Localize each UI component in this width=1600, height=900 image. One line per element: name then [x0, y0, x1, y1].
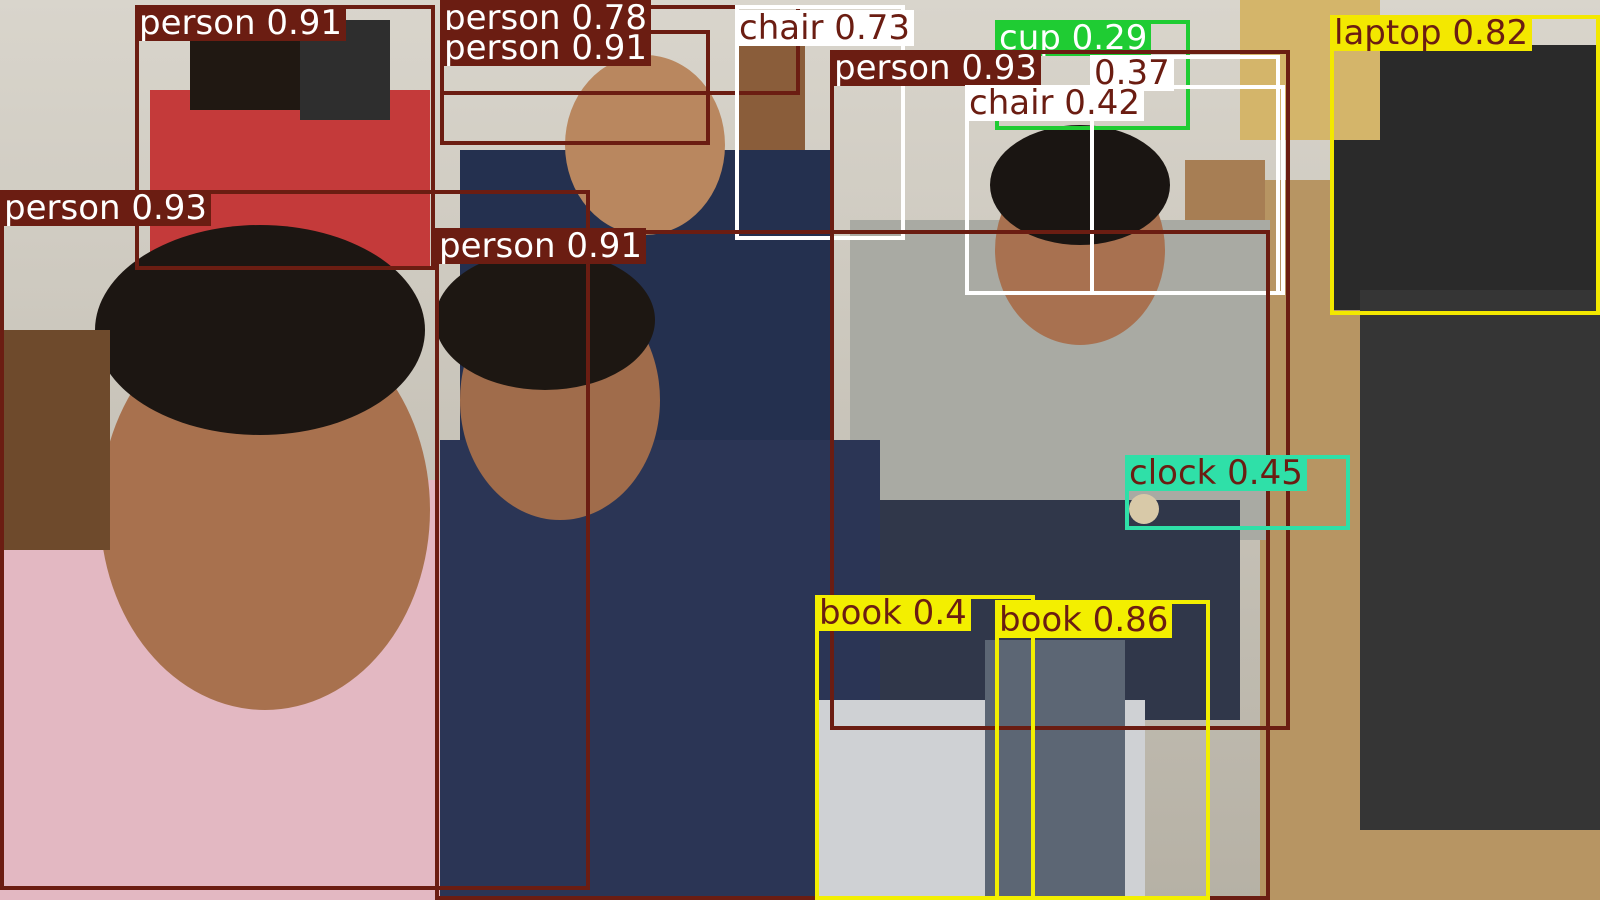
detection-label: person 0.91 — [440, 30, 652, 66]
detection-label: book 0.4 — [815, 595, 971, 631]
detection-label: laptop 0.82 — [1330, 15, 1533, 51]
monitor-bottom — [1360, 290, 1600, 830]
detection-box-laptop — [1330, 15, 1600, 315]
detection-label: clock 0.45 — [1125, 455, 1307, 491]
detection-label: person 0.93 — [0, 190, 212, 226]
detection-label: chair 0.42 — [965, 85, 1145, 121]
detection-label: chair 0.73 — [735, 10, 915, 46]
detection-label: book 0.86 — [995, 602, 1173, 638]
detection-label: person 0.91 — [135, 5, 347, 41]
detection-label: person 0.91 — [435, 228, 647, 264]
detection-photo: person 0.91 person 0.78 person 0.91 chair 0… — [0, 0, 1600, 900]
detection-box-book — [995, 600, 1210, 900]
detection-label: person 0.93 — [830, 50, 1042, 86]
